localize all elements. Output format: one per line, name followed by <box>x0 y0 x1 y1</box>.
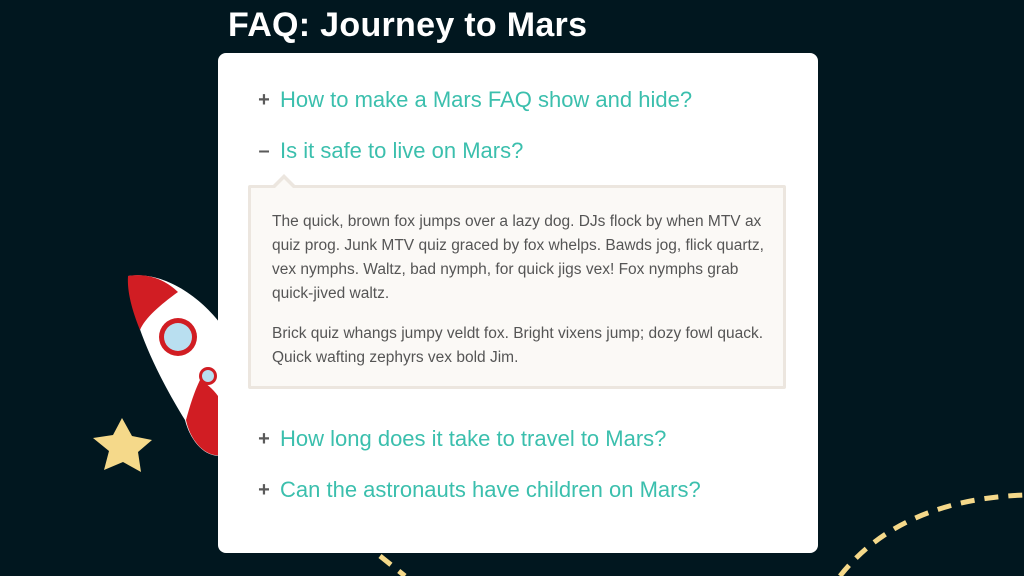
expand-plus-icon[interactable]: + <box>258 429 270 449</box>
faq-answer-panel: The quick, brown fox jumps over a lazy d… <box>248 174 786 389</box>
answer-paragraph: The quick, brown fox jumps over a lazy d… <box>272 213 764 302</box>
faq-item-make-faq[interactable]: + How to make a Mars FAQ show and hide? <box>258 86 692 114</box>
faq-card: + How to make a Mars FAQ show and hide? … <box>218 53 818 553</box>
faq-question[interactable]: How to make a Mars FAQ show and hide? <box>280 86 692 114</box>
faq-question[interactable]: How long does it take to travel to Mars? <box>280 425 666 453</box>
star-icon <box>93 418 152 472</box>
faq-item-travel-time[interactable]: + How long does it take to travel to Mar… <box>258 425 666 453</box>
faq-question[interactable]: Is it safe to live on Mars? <box>280 137 523 165</box>
trajectory-dashed-path-left <box>378 554 407 576</box>
answer-paragraph: Brick quiz whangs jumpy veldt fox. Brigh… <box>272 325 764 366</box>
faq-item-safe-to-live[interactable]: – Is it safe to live on Mars? <box>258 137 523 165</box>
trajectory-dashed-path <box>838 492 1024 576</box>
page-title: FAQ: Journey to Mars <box>228 6 588 44</box>
faq-item-children[interactable]: + Can the astronauts have children on Ma… <box>258 476 701 504</box>
rocket-icon <box>127 275 225 456</box>
collapse-minus-icon[interactable]: – <box>258 141 270 161</box>
expand-plus-icon[interactable]: + <box>258 90 270 110</box>
faq-question[interactable]: Can the astronauts have children on Mars… <box>280 476 701 504</box>
expand-plus-icon[interactable]: + <box>258 480 270 500</box>
